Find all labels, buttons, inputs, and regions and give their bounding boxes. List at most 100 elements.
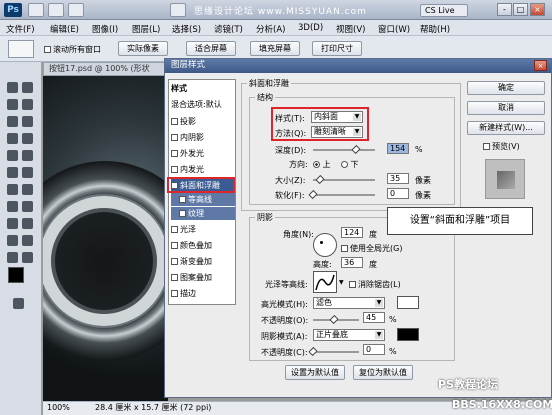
new-style-button[interactable]: 新建样式(W)...: [467, 121, 545, 135]
eyedropper-tool-icon[interactable]: [22, 116, 33, 127]
size-input[interactable]: 35: [387, 173, 409, 184]
shadow-opacity-input[interactable]: 0: [363, 344, 385, 355]
marquee-tool-icon[interactable]: [7, 82, 18, 93]
history-brush-icon[interactable]: [22, 150, 33, 161]
soften-input[interactable]: 0: [387, 188, 409, 199]
hand-tool-icon[interactable]: [7, 252, 18, 263]
clone-stamp-icon[interactable]: [7, 150, 18, 161]
depth-input[interactable]: 154: [387, 143, 409, 154]
contour-checkbox[interactable]: [179, 196, 186, 203]
gradient-tool-icon[interactable]: [22, 167, 33, 178]
move-tool-icon[interactable]: [22, 82, 33, 93]
style-blending-options[interactable]: 混合选项:默认: [171, 98, 235, 111]
reset-default-button[interactable]: 复位为默认值: [353, 365, 413, 380]
ok-button[interactable]: 确定: [467, 81, 545, 95]
pen-tool-icon[interactable]: [7, 201, 18, 212]
menu-layer[interactable]: 图层(L): [132, 23, 160, 35]
dialog-title[interactable]: 图层样式: [165, 59, 551, 73]
crop-tool-icon[interactable]: [7, 116, 18, 127]
drop-shadow-checkbox[interactable]: [171, 118, 178, 125]
soften-slider[interactable]: [308, 189, 375, 200]
style-inner-shadow[interactable]: 内阴影: [171, 131, 235, 144]
style-contour[interactable]: 等高线: [171, 193, 235, 206]
direction-up-radio[interactable]: [313, 161, 320, 168]
brush-tool-icon[interactable]: [22, 133, 33, 144]
path-select-icon[interactable]: [7, 218, 18, 229]
maximize-button[interactable]: □: [513, 3, 528, 16]
anti-alias-option[interactable]: 消除锯齿(L): [349, 279, 401, 290]
texture-checkbox[interactable]: [179, 210, 186, 217]
style-outer-glow[interactable]: 外发光: [171, 147, 235, 160]
shadow-mode-dropdown[interactable]: 正片叠底 ▼: [313, 329, 385, 341]
bridge-icon[interactable]: [28, 3, 44, 17]
style-inner-glow[interactable]: 内发光: [171, 163, 235, 176]
depth-slider[interactable]: [313, 144, 375, 155]
quick-select-tool-icon[interactable]: [22, 99, 33, 110]
scroll-all-checkbox[interactable]: [44, 46, 51, 53]
make-default-button[interactable]: 设置为默认值: [285, 365, 345, 380]
style-gradient-overlay[interactable]: 渐变叠加: [171, 255, 235, 268]
quick-mask-icon[interactable]: [13, 298, 24, 309]
zoom-level-icon[interactable]: [68, 3, 84, 17]
shape-tool-icon[interactable]: [22, 218, 33, 229]
highlight-color-swatch[interactable]: [397, 296, 419, 309]
menu-image[interactable]: 图像(I): [92, 23, 118, 35]
angle-input[interactable]: 124: [341, 227, 363, 238]
style-drop-shadow[interactable]: 投影: [171, 115, 235, 128]
direction-down-option[interactable]: 下: [341, 159, 359, 170]
fill-screen-button[interactable]: 填充屏幕: [250, 41, 300, 56]
lasso-tool-icon[interactable]: [7, 99, 18, 110]
dialog-close-button[interactable]: ×: [534, 60, 547, 71]
zoom-readout[interactable]: 100%: [47, 402, 70, 414]
use-global-light-checkbox[interactable]: [341, 245, 348, 252]
menu-window[interactable]: 窗口(W): [378, 23, 410, 35]
angle-dial[interactable]: [313, 233, 337, 257]
style-pattern-overlay[interactable]: 图案叠加: [171, 271, 235, 284]
blur-tool-icon[interactable]: [7, 184, 18, 195]
menu-analysis[interactable]: 分析(A): [256, 23, 285, 35]
foreground-color-swatch[interactable]: [8, 267, 24, 283]
outer-glow-checkbox[interactable]: [171, 150, 178, 157]
menu-edit[interactable]: 编辑(E): [50, 23, 79, 35]
healing-brush-icon[interactable]: [7, 133, 18, 144]
style-texture[interactable]: 纹理: [171, 207, 235, 220]
anti-alias-checkbox[interactable]: [349, 281, 356, 288]
color-overlay-checkbox[interactable]: [171, 242, 178, 249]
direction-down-radio[interactable]: [341, 161, 348, 168]
satin-checkbox[interactable]: [171, 226, 178, 233]
menu-select[interactable]: 选择(S): [172, 23, 201, 35]
close-button[interactable]: ×: [530, 3, 545, 16]
arrange-docs-icon[interactable]: [170, 3, 186, 17]
dodge-tool-icon[interactable]: [22, 184, 33, 195]
cancel-button[interactable]: 取消: [467, 101, 545, 115]
preview-option[interactable]: 预览(V): [483, 141, 520, 152]
style-list-header[interactable]: 样式: [171, 82, 235, 95]
shadow-color-swatch[interactable]: [397, 328, 419, 341]
hand-tool-preset-icon[interactable]: [8, 40, 34, 58]
inner-shadow-checkbox[interactable]: [171, 134, 178, 141]
pattern-overlay-checkbox[interactable]: [171, 274, 178, 281]
shadow-opacity-slider[interactable]: [308, 346, 359, 357]
direction-up-option[interactable]: 上: [313, 159, 331, 170]
inner-glow-checkbox[interactable]: [171, 166, 178, 173]
menu-3d[interactable]: 3D(D): [298, 23, 323, 33]
type-tool-icon[interactable]: [22, 201, 33, 212]
minimize-button[interactable]: -: [497, 3, 512, 16]
menu-file[interactable]: 文件(F): [6, 23, 35, 35]
3d-orbit-icon[interactable]: [22, 235, 33, 246]
gloss-contour-chevron-icon[interactable]: ▼: [339, 279, 344, 286]
gradient-overlay-checkbox[interactable]: [171, 258, 178, 265]
cs-live-button[interactable]: CS Live: [420, 4, 468, 17]
highlight-mode-dropdown[interactable]: 滤色 ▼: [313, 297, 385, 309]
eraser-tool-icon[interactable]: [7, 167, 18, 178]
actual-pixels-button[interactable]: 实际像素: [118, 41, 168, 56]
menu-filter[interactable]: 滤镜(T): [214, 23, 243, 35]
highlight-opacity-slider[interactable]: [313, 314, 359, 325]
document-canvas[interactable]: [43, 76, 168, 401]
menu-help[interactable]: 帮助(H): [420, 23, 450, 35]
menu-view[interactable]: 视图(V): [336, 23, 365, 35]
highlight-opacity-input[interactable]: 45: [363, 312, 385, 323]
style-color-overlay[interactable]: 颜色叠加: [171, 239, 235, 252]
stroke-checkbox[interactable]: [171, 290, 178, 297]
style-satin[interactable]: 光泽: [171, 223, 235, 236]
